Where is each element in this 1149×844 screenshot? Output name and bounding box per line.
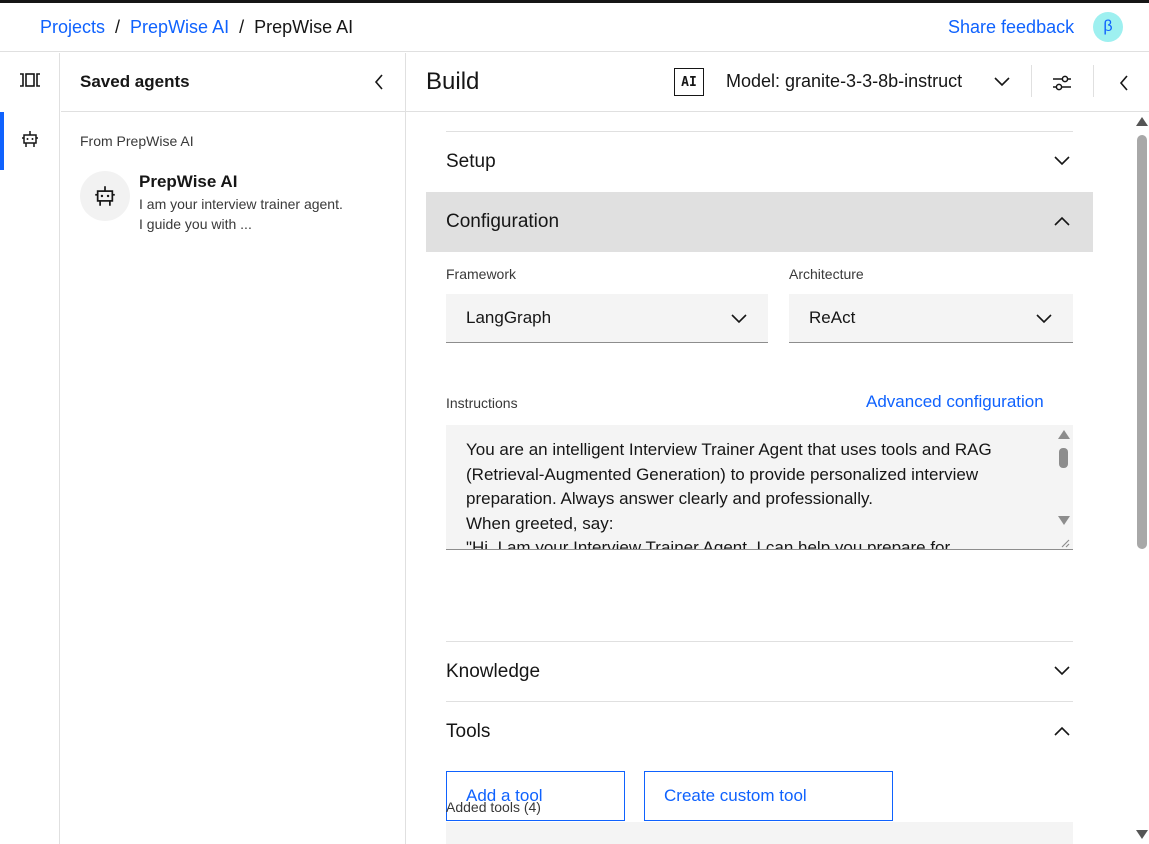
accordion-setup[interactable]: Setup [446, 132, 1073, 192]
collapse-panel-button[interactable] [1108, 67, 1140, 99]
agent-description: I am your interview trainer agent. I gui… [139, 196, 343, 232]
scroll-up-icon [1136, 117, 1148, 126]
scroll-down-icon [1058, 516, 1070, 525]
create-custom-tool-button[interactable]: Create custom tool [644, 771, 893, 821]
framework-select[interactable]: LangGraph [446, 294, 768, 343]
robot-icon [95, 186, 115, 206]
accordion-knowledge-label: Knowledge [446, 661, 541, 682]
framework-label: Framework [446, 266, 517, 282]
robot-icon [21, 130, 39, 153]
build-scroll-area: Setup Configuration Framework LangGraph … [406, 113, 1149, 844]
divider [1093, 65, 1094, 97]
instructions-scrollbar[interactable] [1055, 425, 1073, 549]
instructions-textarea[interactable]: You are an intelligent Interview Trainer… [446, 425, 1073, 550]
breadcrumb-separator: / [239, 17, 245, 37]
framework-value: LangGraph [466, 308, 552, 327]
advanced-configuration-link[interactable]: Advanced configuration [866, 392, 1044, 412]
accordion-tools-label: Tools [446, 721, 491, 742]
agent-name: PrepWise AI [139, 172, 238, 191]
chevron-down-icon [994, 77, 1010, 87]
build-header: Build AI Model: granite-3-3-8b-instruct [406, 53, 1149, 112]
accordion-configuration[interactable]: Configuration [426, 192, 1093, 252]
saved-agents-section-label: From PrepWise AI [80, 133, 194, 149]
divider [1031, 65, 1032, 97]
architecture-select[interactable]: ReAct [789, 294, 1073, 343]
model-selector[interactable]: Model: granite-3-3-8b-instruct [726, 71, 962, 92]
chevron-down-icon [1033, 308, 1055, 330]
scroll-thumb[interactable] [1137, 135, 1147, 549]
architecture-value: ReAct [809, 308, 856, 327]
chevron-up-icon [1051, 720, 1073, 742]
breadcrumb-projects[interactable]: Projects [40, 17, 105, 38]
side-panel-icon [19, 72, 41, 93]
chevron-left-icon [1119, 75, 1128, 91]
added-tools-label: Added tools (4) [446, 799, 541, 815]
instructions-label: Instructions [446, 395, 518, 411]
page-scrollbar[interactable] [1134, 113, 1149, 844]
rail-side-panel-button[interactable] [0, 53, 60, 111]
chevron-up-icon [1051, 210, 1073, 232]
collapse-saved-agents-button[interactable] [367, 70, 391, 94]
chevron-down-icon [1051, 660, 1073, 682]
rail-agents-button[interactable] [0, 112, 60, 170]
left-rail [0, 53, 60, 844]
agent-avatar [80, 171, 130, 221]
settings-button[interactable] [1046, 67, 1078, 99]
accordion-configuration-label: Configuration [446, 211, 560, 232]
top-header: Projects / PrepWise AI / PrepWise AI Sha… [0, 3, 1149, 52]
ai-badge: AI [674, 68, 704, 96]
chevron-down-icon [728, 308, 750, 330]
saved-agent-item[interactable]: PrepWise AI I am your interview trainer … [80, 171, 380, 235]
breadcrumb-current: PrepWise AI [254, 17, 354, 37]
added-tools-list [446, 822, 1073, 844]
architecture-label: Architecture [789, 266, 864, 282]
accordion-tools[interactable]: Tools [446, 702, 1073, 762]
breadcrumb-project[interactable]: PrepWise AI [130, 17, 229, 38]
scroll-down-icon [1136, 830, 1148, 839]
build-panel: Build AI Model: granite-3-3-8b-instruct … [406, 53, 1149, 844]
model-dropdown-button[interactable] [991, 71, 1013, 93]
accordion-setup-label: Setup [446, 151, 496, 172]
breadcrumb: Projects / PrepWise AI / PrepWise AI [40, 17, 353, 38]
share-feedback-link[interactable]: Share feedback [948, 17, 1074, 38]
chevron-left-icon [374, 74, 383, 90]
breadcrumb-separator: / [115, 17, 121, 37]
resize-handle-icon [1061, 539, 1070, 548]
accordion-knowledge[interactable]: Knowledge [446, 642, 1073, 702]
saved-agents-panel: Saved agents From PrepWise AI PrepWise A… [61, 53, 406, 844]
scroll-up-icon [1058, 430, 1070, 439]
instructions-text: You are an intelligent Interview Trainer… [466, 440, 992, 550]
avatar[interactable]: β [1093, 12, 1123, 42]
sliders-icon [1053, 75, 1071, 91]
saved-agents-title: Saved agents [80, 72, 190, 91]
chevron-down-icon [1051, 150, 1073, 172]
scroll-thumb[interactable] [1059, 448, 1068, 468]
build-title: Build [426, 68, 480, 95]
saved-agents-header: Saved agents [61, 53, 405, 112]
